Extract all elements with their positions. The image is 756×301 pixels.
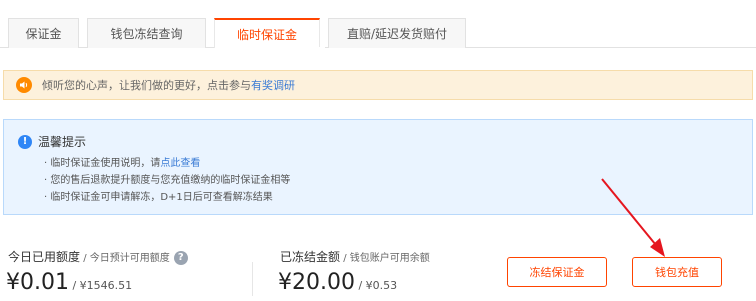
freeze-deposit-button[interactable]: 冻结保证金 [507,257,607,287]
tab-deposit[interactable]: 保证金 [8,18,79,48]
used-quota-label-main: 今日已用额度 [8,250,81,264]
wallet-balance-amount: / ¥0.53 [354,279,398,292]
tab-label: 直赔/延迟发货赔付 [346,27,448,41]
wallet-recharge-button[interactable]: 钱包充值 [632,257,722,287]
frozen-amount-value: ¥20.00 / ¥0.53 [278,270,397,295]
tab-label: 钱包冻结查询 [110,27,183,41]
stats-divider [252,262,253,296]
tab-label: 临时保证金 [236,27,297,42]
view-instructions-link[interactable]: 点此查看 [160,158,200,169]
frozen-amount: ¥20.00 [278,270,355,295]
tab-temporary-deposit[interactable]: 临时保证金 [214,18,320,48]
info-icon: ! [18,134,32,149]
tip-line-2: · 您的售后退款提升额度与您充值缴纳的临时保证金相等 [44,175,291,186]
used-quota-value: ¥0.01 / ¥1546.51 [6,270,132,295]
tab-bar: 保证金 钱包冻结查询 临时保证金 直赔/延迟发货赔付 [8,18,474,48]
speaker-icon [16,77,32,93]
tab-direct-compensation[interactable]: 直赔/延迟发货赔付 [328,18,466,48]
available-quota-amount: / ¥1546.51 [68,279,133,292]
tip-line-1: · 临时保证金使用说明，请点此查看 [44,154,200,169]
survey-link[interactable]: 有奖调研 [251,77,295,93]
tips-header: ! 温馨提示 [18,133,86,150]
active-tab-gap [219,47,325,48]
tip-line-1-text: · 临时保证金使用说明，请 [44,158,161,169]
tips-title: 温馨提示 [38,135,87,149]
used-quota-amount: ¥0.01 [6,270,69,295]
tips-box: ! 温馨提示 · 临时保证金使用说明，请点此查看 · 您的售后退款提升额度与您充… [3,119,753,215]
frozen-amount-label-main: 已冻结金额 [280,250,341,264]
tip-line-3: · 临时保证金可申请解冻，D+1日后可查看解冻结果 [44,192,273,203]
banner-text: 倾听您的心声，让我们做的更好，点击参与 [42,79,251,92]
used-quota-label-sub: / 今日预计可用额度 [80,253,170,264]
used-quota-label: 今日已用额度 / 今日预计可用额度? [8,248,188,265]
question-icon[interactable]: ? [173,250,188,265]
frozen-amount-label-sub: / 钱包账户可用余额 [340,253,430,264]
tab-label: 保证金 [25,27,62,41]
frozen-amount-label: 已冻结金额 / 钱包账户可用余额 [280,248,430,265]
survey-banner: 倾听您的心声，让我们做的更好，点击参与 有奖调研 [3,70,753,100]
tab-wallet-freeze-query[interactable]: 钱包冻结查询 [87,18,206,48]
